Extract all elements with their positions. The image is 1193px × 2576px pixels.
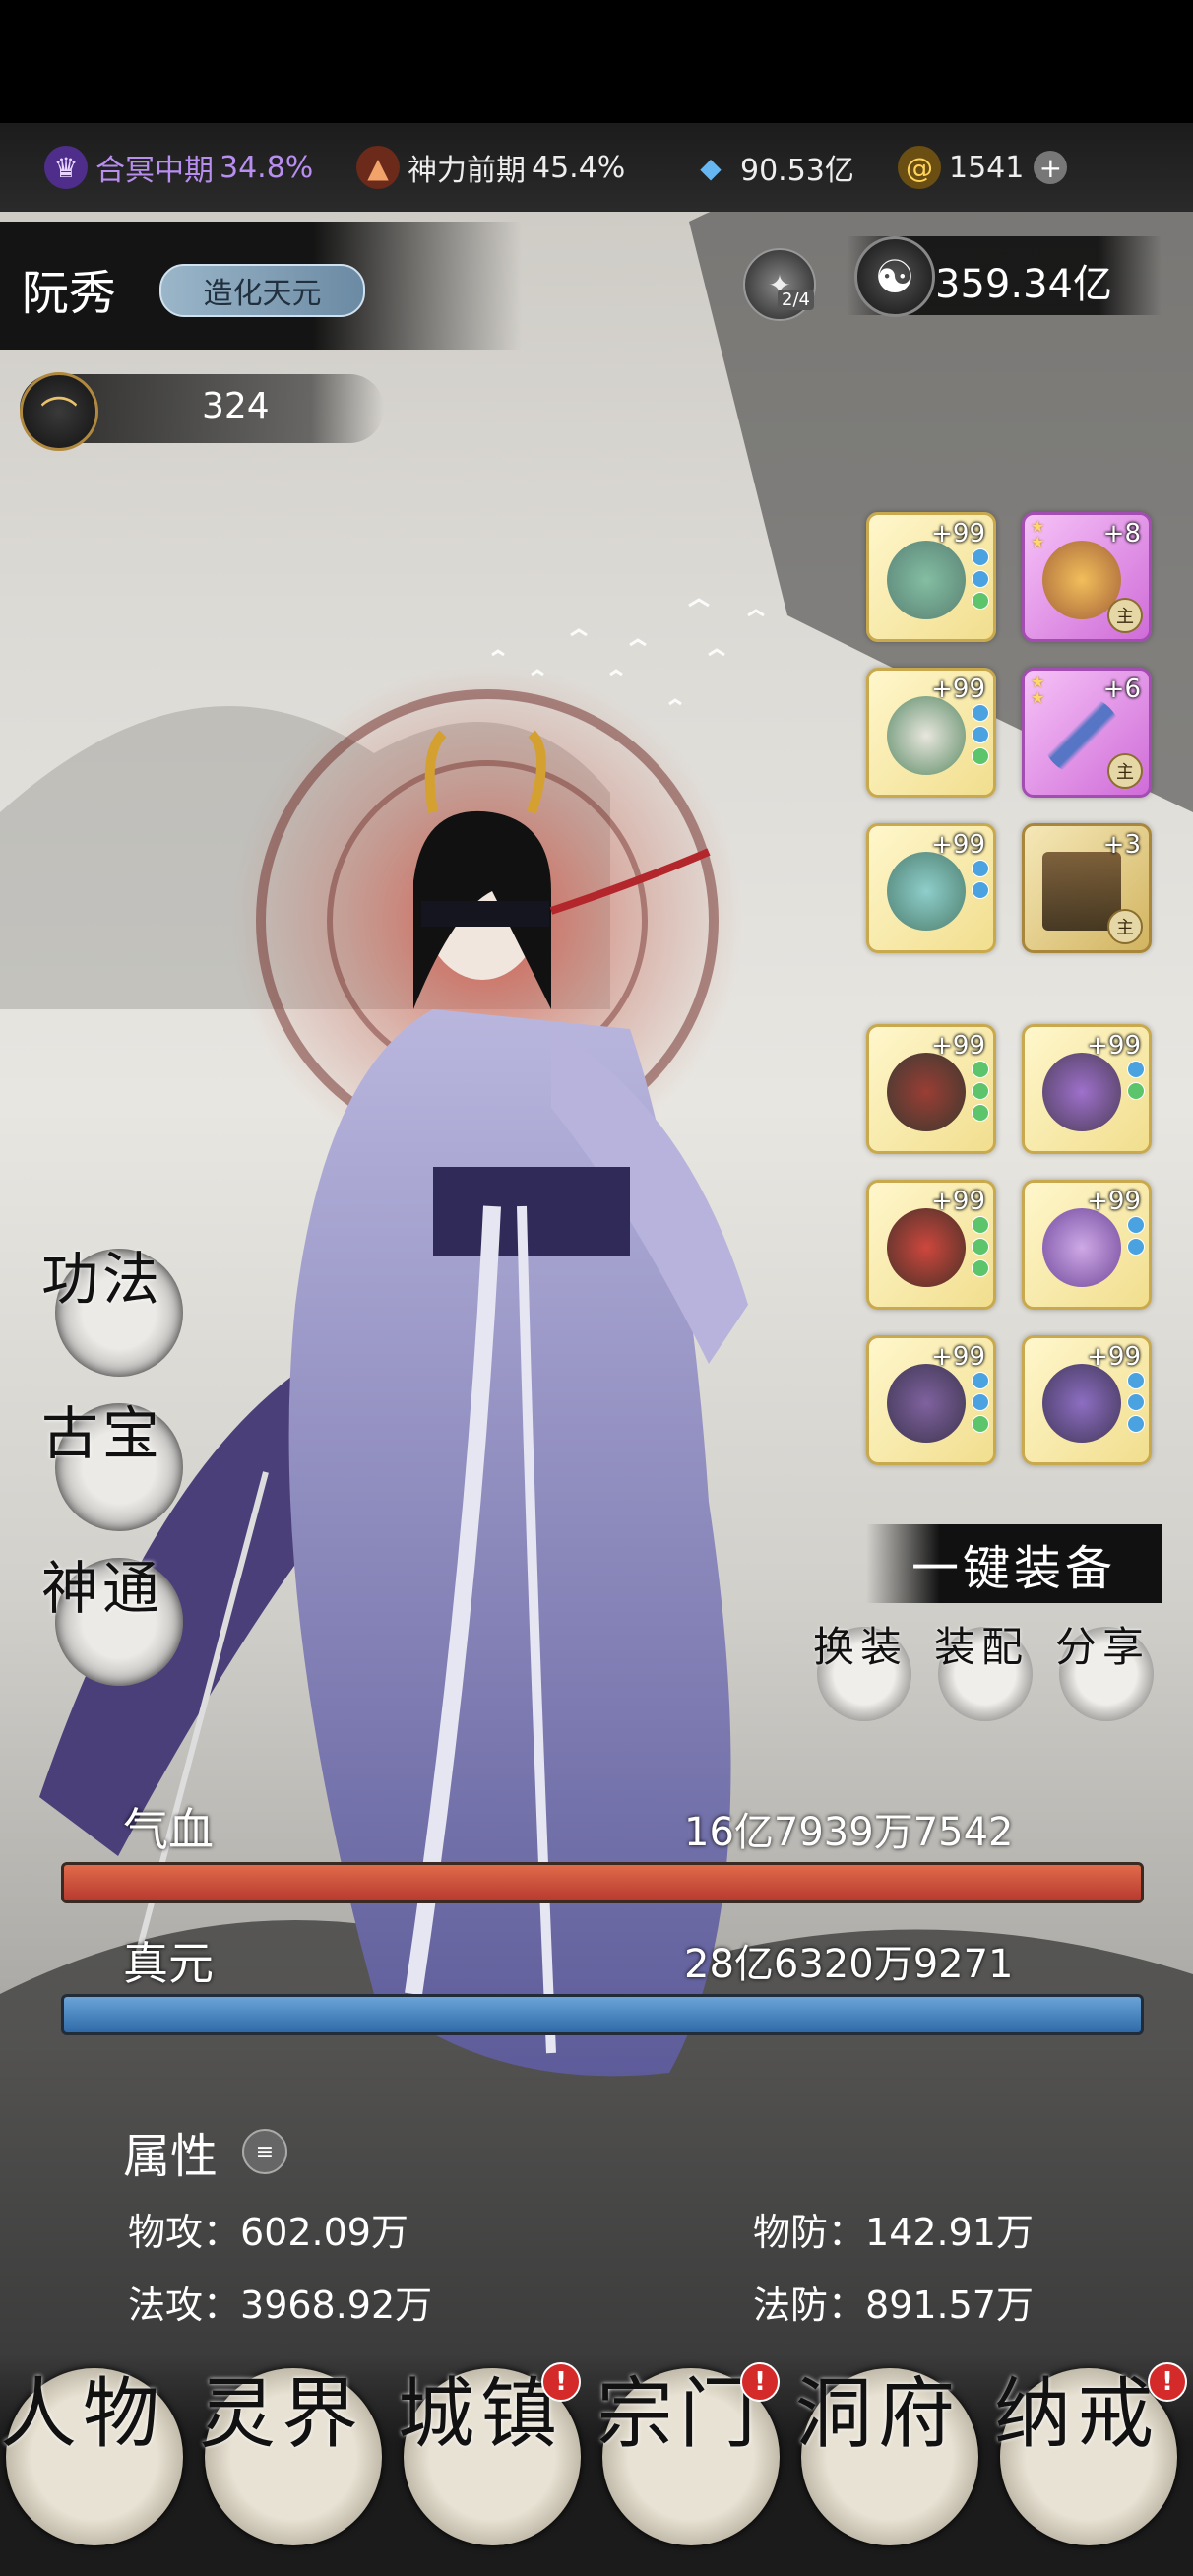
divine-pct: 45.4%: [532, 150, 626, 185]
armor-icon: [887, 541, 966, 619]
divine-resource[interactable]: ▲ 神力前期 45.4%: [356, 123, 625, 212]
phys-def-value: 142.91万: [865, 2211, 1034, 2254]
mag-atk-row: 法攻：3968.92万: [128, 2275, 432, 2329]
gold-icon: @: [898, 146, 941, 189]
mag-atk-label: 法攻：: [128, 2284, 241, 2327]
nav-storage-alert-badge: !: [1148, 2362, 1187, 2402]
swap-button[interactable]: 换装: [813, 1625, 911, 1721]
mp-bar: [61, 1994, 1144, 2035]
hp-bar: [61, 1862, 1144, 1903]
phys-def-label: 物防：: [753, 2211, 866, 2254]
powers-button[interactable]: 神通: [41, 1558, 183, 1686]
spirit-stone-icon: ◆: [700, 151, 722, 184]
yinyang-icon: ☯: [854, 236, 935, 317]
gold-value: 1541: [949, 150, 1025, 185]
assemble-label: 装配: [934, 1623, 1030, 1671]
nav-cave-label: 洞府: [795, 2370, 962, 2459]
nav-character-label: 人物: [0, 2370, 166, 2459]
robe-icon: [887, 696, 966, 775]
equip-slot-9[interactable]: +99: [866, 1180, 996, 1310]
attributes-title: 属性: [123, 2129, 219, 2184]
treasures-label: 古宝: [41, 1400, 164, 1467]
realm-name: 合冥中期: [95, 154, 214, 188]
swap-label: 换装: [813, 1623, 909, 1671]
realm-icon: ♛: [44, 146, 88, 189]
share-label: 分享: [1055, 1623, 1151, 1671]
phys-atk-label: 物攻：: [128, 2211, 241, 2254]
resource-bar: ♛ 合冥中期 34.8% ▲ 神力前期 45.4% ◆ 90.53亿 @ 154…: [0, 123, 1193, 212]
nav-cave[interactable]: 洞府: [795, 2368, 978, 2545]
necklace-icon: [887, 1364, 966, 1443]
mp-label: 真元: [123, 1937, 214, 1990]
equip-slot-6[interactable]: +3 主: [1022, 823, 1152, 953]
equip-slot-2[interactable]: ★ ★ +8 主: [1022, 512, 1152, 642]
equip-slot-3[interactable]: +99: [866, 668, 996, 798]
equip-slot-7[interactable]: +99: [866, 1024, 996, 1154]
spirit-stone-resource[interactable]: ◆ 90.53亿: [689, 123, 854, 212]
skills-button[interactable]: 功法: [41, 1249, 183, 1377]
hp-value: 16亿7939万7542: [684, 1810, 1014, 1855]
divine-name: 神力前期: [408, 154, 526, 188]
treasures-button[interactable]: 古宝: [41, 1403, 183, 1531]
attributes-list-icon[interactable]: ≡: [242, 2129, 287, 2174]
nav-town-alert-badge: !: [541, 2362, 581, 2402]
nav-spirit-realm-label: 灵界: [199, 2370, 365, 2459]
equip-slot-8[interactable]: +99: [1022, 1024, 1152, 1154]
equip-slot-10[interactable]: +99: [1022, 1180, 1152, 1310]
mag-atk-value: 3968.92万: [240, 2284, 433, 2327]
divine-icon: ▲: [356, 146, 400, 189]
nav-sect[interactable]: 宗门 !: [596, 2362, 780, 2545]
character-name: 阮秀: [22, 266, 117, 321]
gold-resource[interactable]: @ 1541 +: [898, 123, 1075, 212]
phys-atk-value: 602.09万: [240, 2211, 408, 2254]
powers-label: 神通: [41, 1555, 164, 1622]
nav-sect-alert-badge: !: [740, 2362, 780, 2402]
yinyang-value: 359.34亿: [935, 262, 1112, 307]
amulet-icon: [887, 852, 966, 931]
hp-label: 气血: [123, 1803, 214, 1856]
equip-slot-1[interactable]: +99: [866, 512, 996, 642]
crystal-icon: [1042, 1208, 1121, 1287]
mag-def-value: 891.57万: [865, 2284, 1034, 2327]
realm-pct: 34.8%: [220, 150, 314, 185]
phys-atk-row: 物攻：602.09万: [128, 2202, 408, 2256]
nav-storage-ring[interactable]: 纳戒 !: [994, 2362, 1187, 2545]
power-icon: ⌒: [20, 372, 98, 451]
equip-slot-5[interactable]: +99: [866, 823, 996, 953]
realm-resource[interactable]: ♛ 合冥中期 34.8%: [44, 123, 313, 212]
add-gold-icon[interactable]: +: [1034, 151, 1068, 184]
demon-armor-icon: [887, 1208, 966, 1287]
nav-spirit-realm[interactable]: 灵界: [199, 2368, 382, 2545]
share-button[interactable]: 分享: [1055, 1625, 1154, 1721]
bowl-icon: [887, 1053, 966, 1131]
equip-all-button[interactable]: 一键装备: [866, 1524, 1162, 1603]
equip-slot-4[interactable]: ★ ★ +6 主: [1022, 668, 1152, 798]
nav-character[interactable]: 人物: [0, 2368, 183, 2545]
equip-slot-12[interactable]: +99: [1022, 1335, 1152, 1465]
claw-icon: [1042, 1053, 1121, 1131]
character-title-badge[interactable]: 造化天元: [159, 264, 365, 317]
power-value: 324: [202, 386, 270, 426]
nav-town[interactable]: 城镇 !: [398, 2362, 581, 2545]
mag-def-row: 法防：891.57万: [753, 2275, 1034, 2329]
gauntlet-icon: [1042, 1364, 1121, 1443]
spirit-count: 2/4: [778, 290, 814, 310]
skills-label: 功法: [41, 1246, 164, 1313]
spirit-stone-value: 90.53亿: [740, 154, 854, 188]
assemble-button[interactable]: 装配: [934, 1625, 1033, 1721]
mp-value: 28亿6320万9271: [684, 1942, 1014, 1987]
mag-def-label: 法防：: [753, 2284, 866, 2327]
equip-slot-11[interactable]: +99: [866, 1335, 996, 1465]
phys-def-row: 物防：142.91万: [753, 2202, 1034, 2256]
